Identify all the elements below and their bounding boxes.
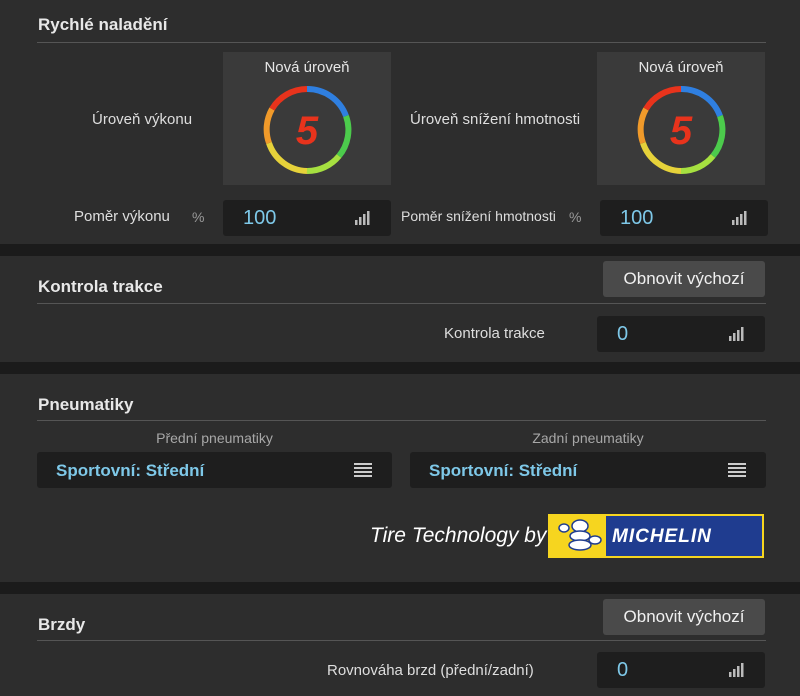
weight-level-label: Úroveň snížení hmotnosti bbox=[410, 111, 581, 128]
traction-title: Kontrola trakce bbox=[38, 277, 163, 296]
signal-bars-icon bbox=[729, 327, 744, 341]
tires-title: Pneumatiky bbox=[38, 395, 134, 414]
michelin-wordmark: MICHELIN bbox=[612, 526, 712, 547]
front-tires-value: Sportovní: Střední bbox=[56, 461, 205, 480]
rear-tires-value: Sportovní: Střední bbox=[429, 461, 578, 480]
signal-bars-icon bbox=[355, 211, 370, 225]
brakes-panel: Obnovit výchozí Brzdy Rovnováha brzd (př… bbox=[0, 594, 800, 696]
divider bbox=[37, 303, 766, 304]
weight-ratio-field[interactable]: 100 bbox=[600, 200, 768, 236]
power-ratio-value: 100 bbox=[243, 207, 277, 229]
menu-lines-icon bbox=[728, 463, 746, 477]
quick-tune-title: Rychlé naladění bbox=[38, 15, 168, 34]
weight-ratio-unit: % bbox=[569, 209, 582, 225]
level-ring-icon: 5 bbox=[637, 85, 726, 175]
level-ring-icon: 5 bbox=[263, 85, 352, 175]
rear-tires-select[interactable]: Sportovní: Střední bbox=[410, 452, 766, 488]
traction-control-field[interactable]: 0 bbox=[597, 316, 765, 352]
new-level-caption: Nová úroveň bbox=[638, 59, 724, 76]
weight-ratio-value: 100 bbox=[620, 207, 654, 229]
weight-ratio-label: Poměr snížení hmotnosti bbox=[401, 208, 556, 224]
michelin-logo: MICHELIN bbox=[548, 514, 764, 558]
menu-lines-icon bbox=[354, 463, 372, 477]
front-tires-select[interactable]: Sportovní: Střední bbox=[37, 452, 392, 488]
traction-control-value: 0 bbox=[617, 323, 629, 345]
brakes-reset-button[interactable]: Obnovit výchozí bbox=[603, 599, 765, 635]
power-level-label: Úroveň výkonu bbox=[92, 111, 193, 128]
tire-technology-text: Tire Technology by bbox=[370, 524, 547, 547]
weight-level-box[interactable]: Nová úroveň 5 bbox=[597, 52, 765, 185]
weight-level-number: 5 bbox=[670, 109, 693, 153]
divider bbox=[37, 42, 766, 43]
traction-reset-button[interactable]: Obnovit výchozí bbox=[603, 261, 765, 297]
divider bbox=[37, 640, 766, 641]
divider bbox=[37, 420, 766, 421]
signal-bars-icon bbox=[732, 211, 747, 225]
brake-balance-label: Rovnováha brzd (přední/zadní) bbox=[327, 662, 534, 679]
brake-balance-value: 0 bbox=[617, 659, 629, 681]
michelin-mascot-icon bbox=[550, 516, 606, 556]
new-level-caption: Nová úroveň bbox=[264, 59, 350, 76]
power-level-box[interactable]: Nová úroveň 5 bbox=[223, 52, 391, 185]
power-ratio-label: Poměr výkonu bbox=[74, 208, 170, 225]
brakes-title: Brzdy bbox=[38, 615, 86, 634]
traction-control-label: Kontrola trakce bbox=[444, 325, 545, 342]
power-ratio-unit: % bbox=[192, 209, 205, 225]
traction-panel: Obnovit výchozí Kontrola trakce Kontrola… bbox=[0, 256, 800, 362]
quick-tune-panel: Rychlé naladění Úroveň výkonu Nová úrove… bbox=[0, 0, 800, 244]
brake-balance-field[interactable]: 0 bbox=[597, 652, 765, 688]
front-tires-header: Přední pneumatiky bbox=[156, 430, 273, 446]
signal-bars-icon bbox=[729, 663, 744, 677]
rear-tires-header: Zadní pneumatiky bbox=[532, 430, 644, 446]
power-ratio-field[interactable]: 100 bbox=[223, 200, 391, 236]
power-level-number: 5 bbox=[296, 109, 319, 153]
